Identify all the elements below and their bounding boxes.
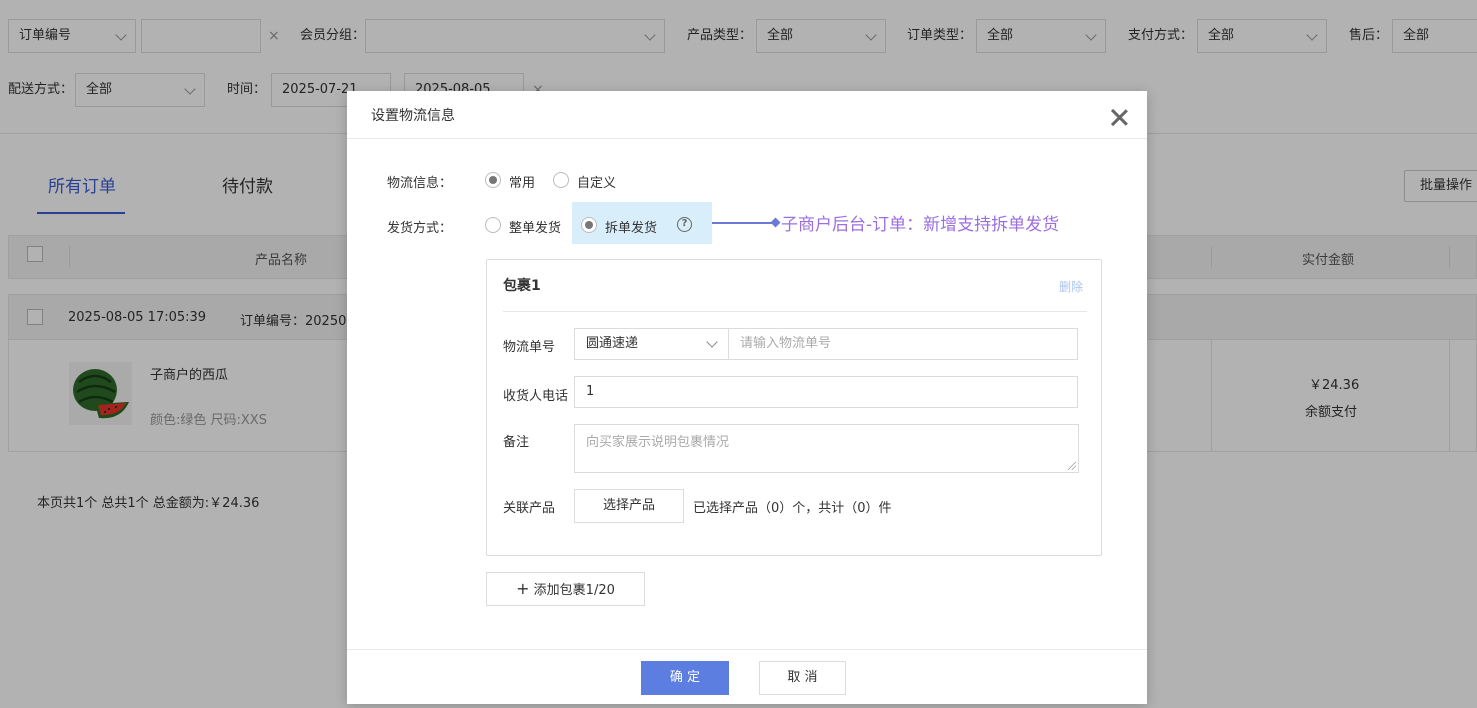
remark-textarea[interactable]: 向买家展示说明包裹情况 bbox=[574, 424, 1079, 473]
select-product-button[interactable]: 选择产品 bbox=[574, 489, 684, 523]
annotation-text: 子商户后台-订单：新增支持拆单发货 bbox=[781, 215, 1060, 235]
radio-common[interactable] bbox=[485, 172, 501, 188]
radio-split-order[interactable] bbox=[581, 217, 597, 233]
dialog-title: 设置物流信息 bbox=[371, 108, 455, 124]
tracking-number-input[interactable]: 请输入物流单号 bbox=[728, 328, 1078, 360]
carrier-value: 圆通速递 bbox=[586, 336, 639, 351]
chevron-down-icon bbox=[706, 336, 718, 348]
radio-whole-order-label[interactable]: 整单发货 bbox=[509, 217, 561, 236]
help-icon[interactable]: ? bbox=[677, 217, 692, 232]
ship-method-label: 发货方式： bbox=[387, 221, 453, 236]
radio-custom[interactable] bbox=[553, 172, 569, 188]
package-title: 包裹1 bbox=[503, 278, 541, 294]
tracking-label: 物流单号 bbox=[503, 340, 556, 355]
divider bbox=[503, 311, 1087, 312]
related-product-label: 关联产品 bbox=[503, 501, 556, 516]
radio-common-label[interactable]: 常用 bbox=[509, 172, 535, 191]
resize-handle-icon[interactable] bbox=[1068, 462, 1076, 470]
annotation-connector bbox=[712, 222, 774, 224]
dialog-footer: 确 定 取 消 bbox=[347, 649, 1147, 704]
logistics-dialog: 设置物流信息 物流信息： 常用 自定义 发货方式： 整单发货 拆单发货 ? 包裹… bbox=[347, 91, 1147, 704]
selected-count-text: 已选择产品（0）个，共计（0）件 bbox=[693, 501, 892, 516]
plus-icon: + bbox=[516, 579, 530, 598]
radio-whole-order[interactable] bbox=[485, 217, 501, 233]
delete-package-link[interactable]: 删除 bbox=[1059, 278, 1083, 295]
confirm-button[interactable]: 确 定 bbox=[641, 661, 729, 695]
add-package-button[interactable]: + 添加包裹1/20 bbox=[486, 572, 645, 606]
close-icon[interactable] bbox=[1109, 107, 1129, 127]
logistics-info-label: 物流信息： bbox=[387, 176, 453, 191]
phone-label: 收货人电话 bbox=[503, 389, 569, 404]
phone-input[interactable]: 1 bbox=[574, 376, 1078, 408]
cancel-button[interactable]: 取 消 bbox=[759, 661, 846, 695]
package-card: 包裹1 删除 物流单号 圆通速递 请输入物流单号 收货人电话 1 备注 向买家展… bbox=[486, 259, 1102, 556]
remark-placeholder: 向买家展示说明包裹情况 bbox=[586, 435, 730, 450]
radio-split-order-label[interactable]: 拆单发货 bbox=[605, 217, 657, 236]
radio-custom-label[interactable]: 自定义 bbox=[577, 172, 616, 191]
remark-label: 备注 bbox=[503, 435, 530, 450]
carrier-select[interactable]: 圆通速递 bbox=[574, 328, 729, 360]
dialog-header: 设置物流信息 bbox=[347, 91, 1147, 139]
add-package-label: 添加包裹1/20 bbox=[533, 583, 615, 598]
